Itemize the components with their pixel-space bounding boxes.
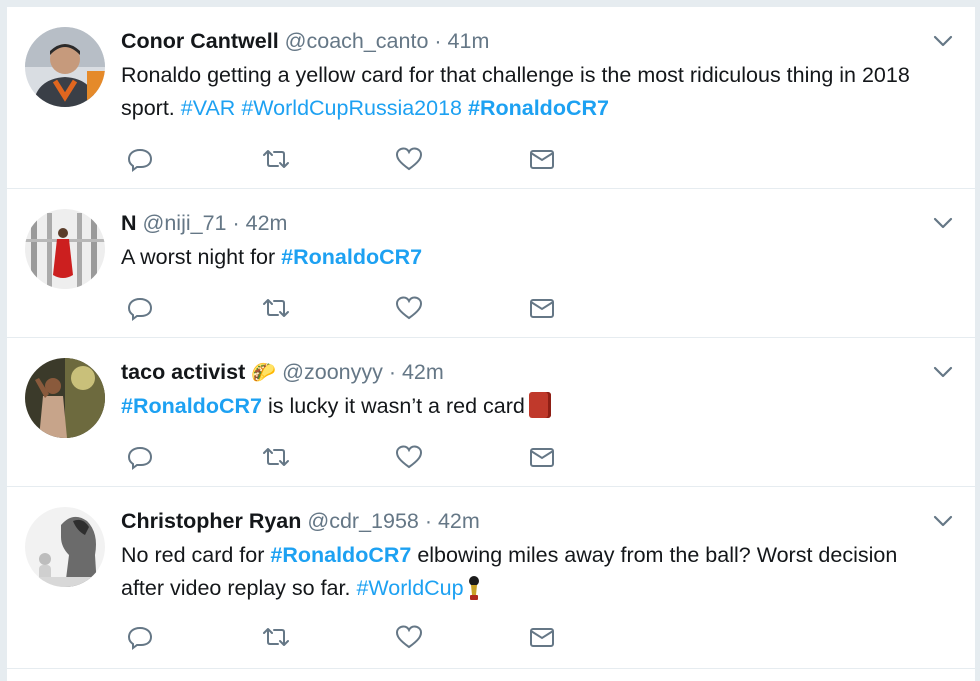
tweet[interactable]: taco activist 🌮 @zoonyyy · 42m #RonaldoC…	[7, 338, 975, 487]
chevron-down-icon[interactable]	[931, 29, 955, 53]
avatar[interactable]	[25, 209, 105, 289]
tweet-actions	[121, 622, 581, 652]
user-handle[interactable]: @coach_canto	[285, 29, 429, 53]
tweet-actions	[121, 144, 581, 174]
hashtag-link[interactable]: #RonaldoCR7	[281, 245, 422, 269]
timestamp[interactable]: · 42m	[232, 211, 287, 235]
hashtag-link[interactable]: #RonaldoCR7	[270, 543, 411, 567]
user-handle[interactable]: @zoonyyy	[282, 360, 383, 384]
tweet-text: A worst night for #RonaldoCR7	[121, 241, 915, 274]
reply-icon[interactable]	[125, 622, 155, 652]
user-handle[interactable]: @niji_71	[143, 211, 227, 235]
tweet-text: #RonaldoCR7 is lucky it wasn’t a red car…	[121, 390, 915, 423]
tweet-header: taco activist 🌮 @zoonyyy · 42m	[121, 358, 915, 386]
tweet-text-segment: is lucky it wasn’t a red card	[261, 394, 525, 418]
like-icon[interactable]	[394, 293, 424, 323]
avatar[interactable]	[25, 507, 105, 587]
tweet-header: Christopher Ryan @cdr_1958 · 42m	[121, 507, 915, 535]
retweet-icon[interactable]	[261, 622, 291, 652]
timestamp[interactable]: · 42m	[389, 360, 444, 384]
retweet-icon[interactable]	[261, 144, 291, 174]
display-name[interactable]: Conor Cantwell	[121, 29, 279, 53]
like-icon[interactable]	[394, 442, 424, 472]
red-card-emoji	[528, 392, 551, 418]
like-icon[interactable]	[394, 622, 424, 652]
direct-message-icon[interactable]	[527, 442, 557, 472]
tweet-header: Conor Cantwell @coach_canto · 41m	[121, 27, 915, 55]
chevron-down-icon[interactable]	[931, 360, 955, 384]
tweet-text-segment: A worst night for	[121, 245, 282, 269]
chevron-down-icon[interactable]	[931, 509, 955, 533]
tweet[interactable]: N @niji_71 · 42m A worst night for #Rona…	[7, 189, 975, 338]
tweet-actions	[121, 442, 581, 472]
direct-message-icon[interactable]	[527, 622, 557, 652]
taco-emoji: 🌮	[251, 360, 277, 384]
hashtag-link[interactable]: #WorldCup	[356, 576, 463, 600]
avatar[interactable]	[25, 358, 105, 438]
avatar[interactable]	[25, 27, 105, 107]
tweet-text: No red card for #RonaldoCR7 elbowing mil…	[121, 539, 915, 605]
like-icon[interactable]	[394, 144, 424, 174]
reply-icon[interactable]	[125, 442, 155, 472]
timestamp[interactable]: · 42m	[425, 509, 480, 533]
reply-icon[interactable]	[125, 293, 155, 323]
world-cup-trophy-emoji	[468, 576, 479, 600]
timestamp[interactable]: · 41m	[434, 29, 489, 53]
display-name[interactable]: taco activist	[121, 360, 245, 384]
hashtag-link[interactable]: #RonaldoCR7	[121, 394, 262, 418]
hashtag-link[interactable]: #VAR	[181, 96, 236, 120]
tweet-actions	[121, 293, 581, 323]
display-name[interactable]: N	[121, 211, 137, 235]
hashtag-link[interactable]: #RonaldoCR7	[468, 96, 609, 120]
chevron-down-icon[interactable]	[931, 211, 955, 235]
direct-message-icon[interactable]	[527, 144, 557, 174]
tweet-header: N @niji_71 · 42m	[121, 209, 915, 237]
retweet-icon[interactable]	[261, 442, 291, 472]
tweet[interactable]: Christopher Ryan @cdr_1958 · 42m No red …	[7, 487, 975, 669]
tweet-text-segment: No red card for	[121, 543, 271, 567]
hashtag-link[interactable]: #WorldCupRussia2018	[241, 96, 462, 120]
timeline-feed: Conor Cantwell @coach_canto · 41m Ronald…	[6, 7, 976, 681]
direct-message-icon[interactable]	[527, 293, 557, 323]
reply-icon[interactable]	[125, 144, 155, 174]
user-handle[interactable]: @cdr_1958	[307, 509, 418, 533]
tweet-text: Ronaldo getting a yellow card for that c…	[121, 59, 915, 125]
retweet-icon[interactable]	[261, 293, 291, 323]
tweet[interactable]: Conor Cantwell @coach_canto · 41m Ronald…	[7, 7, 975, 189]
display-name[interactable]: Christopher Ryan	[121, 509, 301, 533]
